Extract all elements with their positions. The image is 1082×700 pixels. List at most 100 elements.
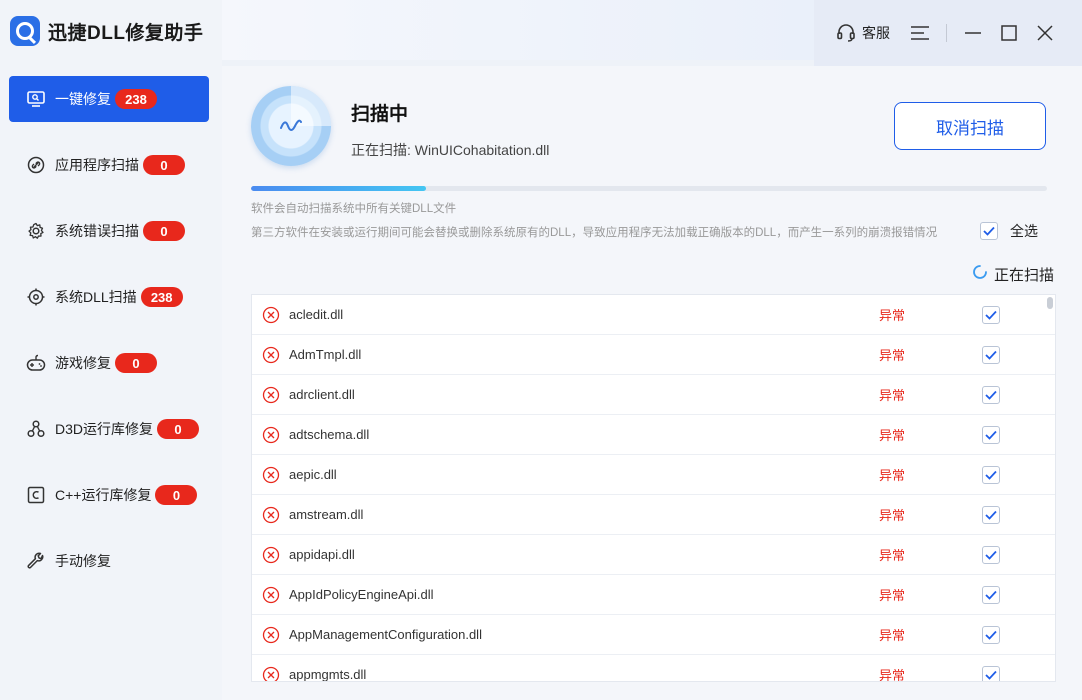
dll-file-name: appmgmts.dll — [289, 667, 367, 682]
row-checkbox[interactable] — [982, 465, 1000, 484]
app-title: 迅捷DLL修复助手 — [48, 22, 204, 44]
sidebar-item-label: 系统DLL扫描 — [55, 289, 137, 305]
scan-description: 软件会自动扫描系统中所有关键DLL文件 — [251, 203, 457, 215]
dll-file-name: AppManagementConfiguration.dll — [289, 627, 482, 642]
sidebar-item-d3d-runtime-repair[interactable]: D3D运行库修复 0 — [9, 406, 209, 452]
headset-icon — [836, 23, 856, 43]
row-checkbox[interactable] — [982, 385, 1000, 404]
sidebar-item-label: 应用程序扫描 — [55, 157, 139, 173]
error-circle-icon — [262, 346, 280, 364]
error-circle-icon — [262, 386, 280, 404]
count-badge: 0 — [143, 155, 185, 175]
sidebar-item-label: 一键修复 — [55, 91, 111, 107]
scan-radar-icon — [251, 86, 331, 166]
titlebar-divider — [946, 24, 947, 42]
error-circle-icon — [262, 466, 280, 484]
count-badge: 0 — [143, 221, 185, 241]
status-badge: 异常 — [879, 548, 906, 563]
row-checkbox[interactable] — [982, 305, 1000, 324]
maximize-icon[interactable] — [999, 23, 1019, 43]
table-row[interactable]: appidapi.dll 异常 — [252, 535, 1055, 575]
table-row[interactable]: AppIdPolicyEngineApi.dll 异常 — [252, 575, 1055, 615]
sidebar-item-system-error-scan[interactable]: 系统错误扫描 0 — [9, 208, 209, 254]
select-all-label: 全选 — [1010, 223, 1038, 239]
sidebar-item-label: 游戏修复 — [55, 355, 111, 371]
table-row[interactable]: appmgmts.dll 异常 — [252, 655, 1055, 682]
checkbox-checked-icon[interactable] — [980, 222, 998, 240]
sidebar-item-label: C++运行库修复 — [55, 487, 152, 503]
status-badge: 异常 — [879, 508, 906, 523]
table-row[interactable]: adrclient.dll 异常 — [252, 375, 1055, 415]
sidebar-item-manual-repair[interactable]: 手动修复 — [9, 538, 209, 584]
table-row[interactable]: adtschema.dll 异常 — [252, 415, 1055, 455]
row-checkbox[interactable] — [982, 425, 1000, 444]
status-badge: 异常 — [879, 628, 906, 643]
sidebar-item-system-dll-scan[interactable]: 系统DLL扫描 238 — [9, 274, 209, 320]
c-box-icon — [26, 485, 46, 505]
minimize-icon[interactable] — [963, 23, 983, 43]
close-icon[interactable] — [1035, 23, 1055, 43]
status-badge: 异常 — [879, 468, 906, 483]
sidebar-nav: 一键修复 238 应用程序扫描 0 系统错误扫描 0 系统DLL扫描 238 游… — [9, 76, 209, 604]
sidebar-item-label: 系统错误扫描 — [55, 223, 139, 239]
window-controls: 客服 — [814, 0, 1082, 66]
spinner-icon — [972, 264, 988, 285]
select-all-checkbox[interactable]: 全选 — [980, 221, 1038, 241]
dll-file-list: acledit.dll 异常 AdmTmpl.dll 异常 adrclient.dll 异… — [251, 294, 1056, 682]
main-panel: 扫描中 正在扫描: WinUICohabitation.dll 取消扫描 软件会… — [222, 66, 1082, 700]
link-icon — [26, 155, 46, 175]
dll-file-name: adtschema.dll — [289, 427, 370, 442]
table-row[interactable]: AdmTmpl.dll 异常 — [252, 335, 1055, 375]
dll-file-name: adrclient.dll — [289, 387, 355, 402]
status-badge: 异常 — [879, 308, 906, 323]
dll-file-name: appidapi.dll — [289, 547, 355, 562]
cancel-scan-button[interactable]: 取消扫描 — [894, 102, 1046, 150]
status-badge: 异常 — [879, 388, 906, 403]
app-header: 迅捷DLL修复助手 — [10, 12, 203, 50]
scan-warning-text: 第三方软件在安装或运行期间可能会替换或删除系统原有的DLL，导致应用程序无法加载… — [251, 227, 938, 239]
row-checkbox[interactable] — [982, 345, 1000, 364]
scanning-status-label: 正在扫描 — [994, 267, 1055, 284]
count-badge: 0 — [157, 419, 200, 439]
scan-progress-bar — [251, 186, 1047, 191]
dll-file-name: acledit.dll — [289, 307, 344, 322]
gamepad-icon — [26, 353, 46, 373]
dll-file-name: AdmTmpl.dll — [289, 347, 362, 362]
table-row[interactable]: AppManagementConfiguration.dll 异常 — [252, 615, 1055, 655]
row-checkbox[interactable] — [982, 545, 1000, 564]
table-row[interactable]: aepic.dll 异常 — [252, 455, 1055, 495]
table-row[interactable]: amstream.dll 异常 — [252, 495, 1055, 535]
sidebar-item-game-repair[interactable]: 游戏修复 0 — [9, 340, 209, 386]
title-bar — [222, 0, 814, 60]
row-checkbox[interactable] — [982, 585, 1000, 604]
app-logo-icon — [10, 16, 40, 46]
dll-file-name: aepic.dll — [289, 467, 337, 482]
count-badge: 0 — [155, 485, 198, 505]
current-scan-file: 正在扫描: WinUICohabitation.dll — [351, 142, 550, 158]
sidebar-item-one-click-repair[interactable]: 一键修复 238 — [9, 76, 209, 122]
status-badge: 异常 — [879, 428, 906, 443]
gear-icon — [26, 221, 46, 241]
count-badge: 238 — [140, 287, 183, 307]
nodes-icon — [26, 419, 46, 439]
customer-service-button[interactable]: 客服 — [836, 23, 890, 43]
dll-file-name: amstream.dll — [289, 507, 364, 522]
error-circle-icon — [262, 306, 280, 324]
row-checkbox[interactable] — [982, 505, 1000, 524]
error-circle-icon — [262, 546, 280, 564]
error-circle-icon — [262, 506, 280, 524]
sidebar-item-cpp-runtime-repair[interactable]: C++运行库修复 0 — [9, 472, 209, 518]
dll-file-name: AppIdPolicyEngineApi.dll — [289, 587, 434, 602]
table-row[interactable]: acledit.dll 异常 — [252, 295, 1055, 335]
row-checkbox[interactable] — [982, 665, 1000, 681]
count-badge: 0 — [115, 353, 157, 373]
error-circle-icon — [262, 426, 280, 444]
error-circle-icon — [262, 586, 280, 604]
sidebar: 迅捷DLL修复助手 一键修复 238 应用程序扫描 0 系统错误扫描 0 系统D… — [0, 0, 222, 700]
scan-progress-fill — [251, 186, 427, 191]
row-checkbox[interactable] — [982, 625, 1000, 644]
sidebar-item-app-scan[interactable]: 应用程序扫描 0 — [9, 142, 209, 188]
customer-service-label: 客服 — [862, 25, 890, 41]
menu-icon[interactable] — [910, 23, 930, 43]
sidebar-item-label: 手动修复 — [55, 553, 111, 569]
